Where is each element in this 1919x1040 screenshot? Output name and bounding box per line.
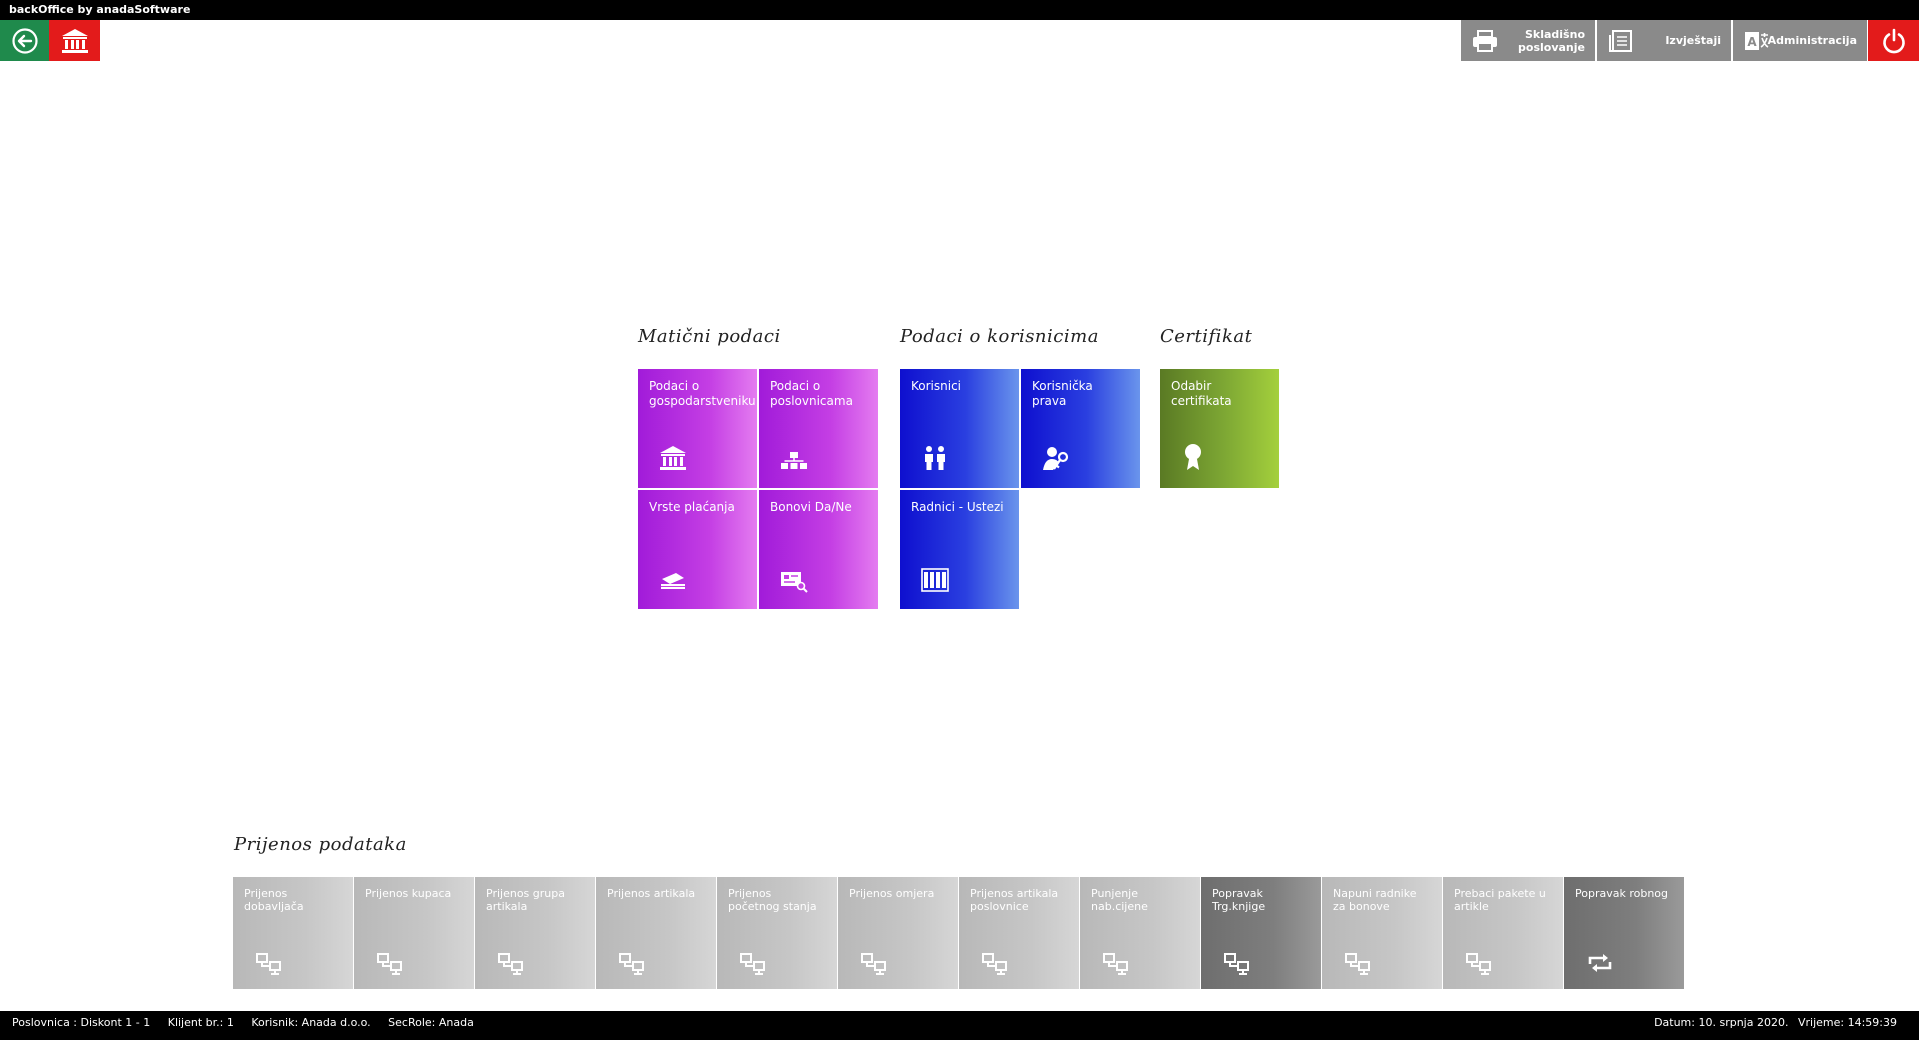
tile-label: Prijenos omjera bbox=[849, 887, 935, 900]
power-button[interactable] bbox=[1868, 20, 1919, 61]
tile-punjenje-nab-cijene[interactable]: Punjenje nab.cijene bbox=[1080, 877, 1200, 989]
tile-label: Korisnici bbox=[911, 379, 962, 393]
status-korisnik: Korisnik: Anada d.o.o. bbox=[251, 1016, 371, 1029]
network-icon bbox=[861, 953, 886, 975]
tile-odabir-certifikata[interactable]: Odabir certifikata bbox=[1160, 369, 1279, 488]
network-icon bbox=[982, 953, 1007, 975]
tile-label: Odabir certifikata bbox=[1171, 379, 1232, 408]
tile-label: Podaci o poslovnicama bbox=[770, 379, 853, 408]
hierarchy-icon bbox=[779, 442, 813, 472]
refresh-icon bbox=[1588, 954, 1612, 972]
tile-bonovi-da-ne[interactable]: Bonovi Da/Ne bbox=[759, 490, 878, 609]
bank-icon bbox=[61, 28, 88, 53]
payment-icon bbox=[658, 563, 692, 593]
status-secrole: SecRole: Anada bbox=[388, 1016, 474, 1029]
tile-prijenos-omjera[interactable]: Prijenos omjera bbox=[838, 877, 958, 989]
certificate-icon bbox=[1180, 442, 1214, 472]
tile-prijenos-kupaca[interactable]: Prijenos kupaca bbox=[354, 877, 474, 989]
tile-prijenos-pocetnog-stanja[interactable]: Prijenos početnog stanja bbox=[717, 877, 837, 989]
tile-label: Popravak robnog bbox=[1575, 887, 1669, 900]
status-klijent: Klijent br.: 1 bbox=[167, 1016, 234, 1029]
tile-prijenos-dobavljaca[interactable]: Prijenos dobavljača bbox=[233, 877, 353, 989]
tile-korisnici[interactable]: Korisnici bbox=[900, 369, 1019, 488]
svg-text:A: A bbox=[1747, 35, 1757, 49]
tile-popravak-robnog[interactable]: Popravak robnog bbox=[1564, 877, 1684, 989]
users-icon bbox=[920, 442, 954, 472]
tile-label: Punjenje nab.cijene bbox=[1091, 887, 1148, 913]
tile-prebaci-pakete-u-artikle[interactable]: Prebaci pakete u artikle bbox=[1443, 877, 1563, 989]
power-icon bbox=[1882, 28, 1905, 53]
reports-label: Izvještaji bbox=[1665, 34, 1721, 47]
tile-label: Prijenos dobavljača bbox=[244, 887, 304, 913]
administration-button[interactable]: A Administracija bbox=[1733, 20, 1867, 61]
tile-napuni-radnike-za-bonove[interactable]: Napuni radnike za bonove bbox=[1322, 877, 1442, 989]
network-icon bbox=[619, 953, 644, 975]
top-toolbar: Skladišno poslovanje Izvještaji A Admini… bbox=[0, 20, 1919, 61]
tile-label: Vrste plaćanja bbox=[649, 500, 735, 514]
tile-label: Korisnička prava bbox=[1032, 379, 1093, 408]
network-icon bbox=[1224, 953, 1249, 975]
status-bar: Poslovnica : Diskont 1 - 1 Klijent br.: … bbox=[0, 1011, 1919, 1040]
tile-prijenos-grupa-artikala[interactable]: Prijenos grupa artikala bbox=[475, 877, 595, 989]
status-vrijeme: Vrijeme: 14:59:39 bbox=[1797, 1016, 1897, 1029]
tile-label: Radnici - Ustezi bbox=[911, 500, 1004, 514]
group-title-prijenos: Prijenos podataka bbox=[234, 834, 407, 855]
tile-prijenos-artikala[interactable]: Prijenos artikala bbox=[596, 877, 716, 989]
report-icon bbox=[1607, 29, 1635, 53]
tile-label: Prijenos grupa artikala bbox=[486, 887, 565, 913]
tile-label: Bonovi Da/Ne bbox=[770, 500, 852, 514]
tile-radnici-ustezi[interactable]: Radnici - Ustezi bbox=[900, 490, 1019, 609]
user-key-icon bbox=[1041, 442, 1075, 472]
tile-podaci-o-gospodarstveniku[interactable]: Podaci o gospodarstveniku bbox=[638, 369, 757, 488]
warehouse-button[interactable]: Skladišno poslovanje bbox=[1461, 20, 1595, 61]
network-icon bbox=[1103, 953, 1128, 975]
tile-label: Popravak Trg.knjige bbox=[1212, 887, 1266, 913]
home-button[interactable] bbox=[49, 20, 100, 61]
workers-icon bbox=[920, 563, 954, 593]
tile-label: Prijenos početnog stanja bbox=[728, 887, 817, 913]
tile-label: Prijenos kupaca bbox=[365, 887, 452, 900]
network-icon bbox=[377, 953, 402, 975]
reports-button[interactable]: Izvještaji bbox=[1597, 20, 1731, 61]
network-icon bbox=[740, 953, 765, 975]
bank-icon bbox=[658, 442, 692, 472]
administration-label: Administracija bbox=[1767, 34, 1857, 47]
back-arrow-icon bbox=[11, 27, 38, 54]
group-title-maticni: Matični podaci bbox=[638, 326, 781, 347]
network-icon bbox=[498, 953, 523, 975]
warehouse-label-line1: Skladišno bbox=[1524, 27, 1585, 41]
network-icon bbox=[1345, 953, 1370, 975]
group-title-korisnici: Podaci o korisnicima bbox=[900, 326, 1099, 347]
group-title-certifikat: Certifikat bbox=[1160, 326, 1253, 347]
window-title: backOffice by anadaSoftware bbox=[0, 0, 1919, 20]
status-poslovnica: Poslovnica : Diskont 1 - 1 bbox=[12, 1016, 151, 1029]
tile-label: Podaci o gospodarstveniku bbox=[649, 379, 756, 408]
tile-vrste-placanja[interactable]: Vrste plaćanja bbox=[638, 490, 757, 609]
printer-icon bbox=[1471, 29, 1499, 53]
back-button[interactable] bbox=[0, 20, 49, 61]
network-icon bbox=[256, 953, 281, 975]
tile-korisnicka-prava[interactable]: Korisnička prava bbox=[1021, 369, 1140, 488]
tile-label: Prebaci pakete u artikle bbox=[1454, 887, 1546, 913]
tile-popravak-trg-knjige[interactable]: Popravak Trg.knjige bbox=[1201, 877, 1321, 989]
voucher-search-icon bbox=[779, 563, 813, 593]
tile-label: Napuni radnike za bonove bbox=[1333, 887, 1417, 913]
tile-label: Prijenos artikala bbox=[607, 887, 696, 900]
status-datum: Datum: 10. srpnja 2020. bbox=[1654, 1016, 1789, 1029]
tile-podaci-o-poslovnicama[interactable]: Podaci o poslovnicama bbox=[759, 369, 878, 488]
network-icon bbox=[1466, 953, 1491, 975]
tile-prijenos-artikala-poslovnice[interactable]: Prijenos artikala poslovnice bbox=[959, 877, 1079, 989]
warehouse-label-line2: poslovanje bbox=[1518, 40, 1585, 54]
tile-label: Prijenos artikala poslovnice bbox=[970, 887, 1059, 913]
